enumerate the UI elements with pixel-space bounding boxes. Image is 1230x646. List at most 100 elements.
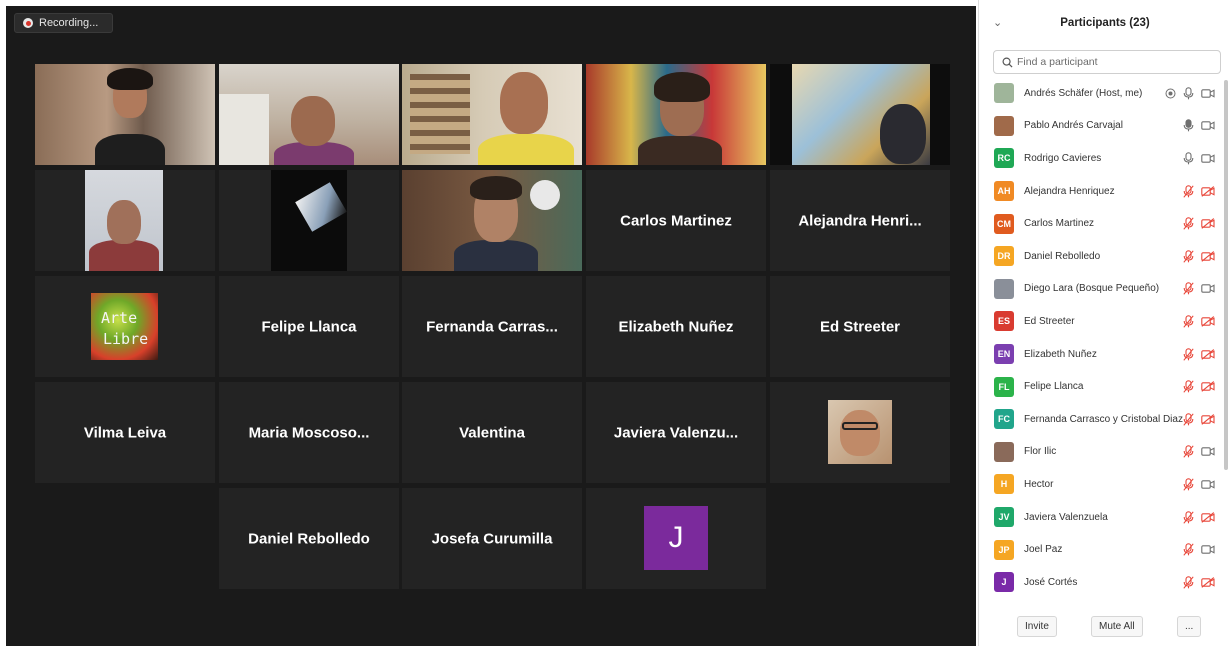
video-off-icon[interactable] [1201,348,1215,360]
participant-row[interactable]: FL Felipe Llanca [979,370,1230,403]
participant-row[interactable]: ES Ed Streeter [979,305,1230,338]
recording-label: Recording... [39,17,99,29]
video-tile[interactable]: Valentina [402,382,582,483]
participant-status-icons [1165,77,1215,110]
video-icon[interactable] [1201,153,1215,164]
search-icon [1002,57,1013,68]
video-tile[interactable] [586,64,766,165]
participant-row[interactable]: DR Daniel Rebolledo [979,240,1230,273]
participant-name: Pablo Andrés Carvajal [1024,120,1123,132]
participant-row[interactable]: RC Rodrigo Cavieres [979,142,1230,175]
video-tile[interactable]: J [586,488,766,589]
mic-muted-icon[interactable] [1183,445,1194,458]
mic-muted-icon[interactable] [1183,347,1194,361]
video-icon[interactable] [1201,88,1215,99]
video-tile[interactable] [770,64,950,165]
participant-name: Diego Lara (Bosque Pequeño) [1024,283,1160,295]
participant-row[interactable]: Flor Ilic [979,436,1230,469]
participant-status-icons [1183,273,1215,306]
participant-avatar: FC [994,409,1014,430]
video-tile[interactable]: Vilma Leiva [35,382,215,483]
video-tile[interactable]: Fernanda Carras... [402,276,582,377]
mic-muted-icon[interactable] [1183,575,1194,589]
participant-row[interactable]: Pablo Andrés Carvajal [979,110,1230,143]
video-icon[interactable] [1201,544,1215,555]
video-icon[interactable] [1201,283,1215,294]
participant-row[interactable]: J José Cortés [979,566,1230,599]
participant-name: Carlos Martinez [1024,218,1095,230]
mic-muted-icon[interactable] [1183,184,1194,198]
video-off-icon[interactable] [1201,381,1215,392]
participant-row[interactable]: FC Fernanda Carrasco y Cristobal Diaz [979,403,1230,436]
mic-icon[interactable] [1183,119,1194,132]
video-tile[interactable] [35,64,215,165]
participant-row[interactable]: JV Javiera Valenzuela [979,501,1230,534]
participant-avatar: FL [994,376,1014,397]
video-tile[interactable]: Javiera Valenzu... [586,382,766,483]
video-off-icon[interactable] [1201,316,1215,327]
invite-button[interactable]: Invite [1017,616,1057,637]
recording-indicator[interactable]: Recording... [14,13,114,33]
mic-muted-icon[interactable] [1183,315,1194,328]
mic-muted-icon[interactable] [1183,282,1194,296]
mic-muted-icon[interactable] [1183,380,1194,393]
video-off-icon[interactable] [1201,413,1215,425]
mic-muted-icon[interactable] [1183,478,1194,491]
video-tile[interactable] [770,382,950,483]
participant-row[interactable]: H Hector [979,468,1230,501]
panel-title: Participants (23) [1060,17,1150,29]
participant-name: Javiera Valenzu... [613,424,739,441]
profile-avatar: J [644,506,708,570]
participant-status-icons [1183,436,1215,469]
video-tile[interactable]: Arte Libre [35,276,215,377]
search-input[interactable] [1017,56,1207,68]
video-tile[interactable]: Alejandra Henri... [770,170,950,271]
participant-name: Flor Ilic [1024,446,1057,458]
participant-video [219,170,399,271]
participant-row[interactable]: CM Carlos Martinez [979,207,1230,240]
video-tile[interactable] [219,170,399,271]
video-tile[interactable] [35,170,215,271]
video-icon[interactable] [1201,120,1215,131]
video-icon[interactable] [1201,446,1215,457]
video-tile[interactable]: Ed Streeter [770,276,950,377]
participant-name: Javiera Valenzuela [1024,511,1108,523]
video-tile[interactable]: Daniel Rebolledo [219,488,399,589]
video-off-icon[interactable] [1201,511,1215,523]
participant-row[interactable]: JP Joel Paz [979,533,1230,566]
participant-row[interactable]: EN Elizabeth Nuñez [979,338,1230,371]
mic-icon[interactable] [1183,87,1194,100]
participant-row[interactable]: AH Alejandra Henriquez [979,175,1230,208]
video-tile[interactable]: Elizabeth Nuñez [586,276,766,377]
participant-avatar [994,441,1014,462]
participant-row[interactable]: Andrés Schäfer (Host, me) [979,77,1230,110]
video-tile[interactable]: Josefa Curumilla [402,488,582,589]
mic-icon[interactable] [1183,152,1194,165]
more-button[interactable]: ... [1177,616,1202,637]
participant-name: Carlos Martinez [620,212,732,229]
mute-all-button[interactable]: Mute All [1091,616,1143,637]
video-tile[interactable]: Carlos Martinez [586,170,766,271]
video-off-icon[interactable] [1201,250,1215,262]
video-tile[interactable] [402,170,582,271]
video-off-icon[interactable] [1201,185,1215,197]
mic-muted-icon[interactable] [1183,412,1194,426]
mic-muted-icon[interactable] [1183,510,1194,524]
participant-avatar: EN [994,344,1014,365]
video-tile-active-speaker[interactable] [402,64,582,165]
mic-muted-icon[interactable] [1183,217,1194,230]
video-tile[interactable]: Maria Moscoso... [219,382,399,483]
participant-avatar: DR [994,246,1014,267]
scrollbar[interactable] [1224,80,1228,470]
video-off-icon[interactable] [1201,218,1215,229]
video-icon[interactable] [1201,479,1215,490]
video-off-icon[interactable] [1201,576,1215,588]
video-tile[interactable] [219,64,399,165]
participant-video [219,64,399,165]
participant-row[interactable]: Diego Lara (Bosque Pequeño) [979,273,1230,306]
participant-name: José Cortés [1024,576,1078,588]
participant-search[interactable] [993,50,1221,74]
mic-muted-icon[interactable] [1183,543,1194,556]
mic-muted-icon[interactable] [1183,250,1194,263]
video-tile[interactable]: Felipe Llanca [219,276,399,377]
